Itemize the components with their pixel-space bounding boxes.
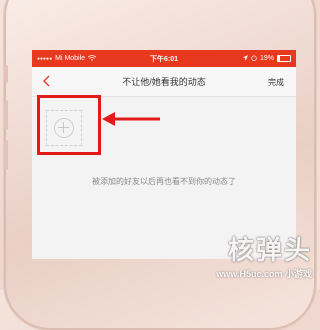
carrier-name: Mi Mobile [55, 55, 86, 62]
app-screen: ●●●●● Mi Mobile 下午6:01 19% 不让他/她看我的动态 完成… [32, 50, 296, 259]
chevron-left-icon[interactable] [42, 74, 50, 90]
page-title: 不让他/她看我的动态 [122, 77, 206, 87]
phone-frame: ●●●●● Mi Mobile 下午6:01 19% 不让他/她看我的动态 完成… [4, 0, 316, 330]
status-bar: ●●●●● Mi Mobile 下午6:01 19% [32, 50, 296, 67]
battery-percent: 19% [260, 55, 275, 62]
volume-down-button [4, 140, 8, 170]
volume-up-button [4, 100, 8, 130]
annotation-highlight-box [37, 95, 101, 155]
watermark-logo: 核弹头 www.H5uc.com 小游戏 [216, 230, 312, 280]
location-icon [243, 54, 248, 63]
navigation-bar: 不让他/她看我的动态 完成 [32, 67, 296, 97]
mute-switch [4, 65, 8, 83]
watermark-main: 核弹头 [227, 235, 312, 265]
hint-text: 被添加的好友以后再也看不到你的动态了 [92, 177, 236, 186]
alarm-icon [251, 55, 257, 63]
annotation-arrow-icon [102, 112, 160, 126]
wifi-icon [87, 54, 97, 63]
done-button[interactable]: 完成 [268, 77, 284, 88]
status-time: 下午6:01 [150, 55, 179, 63]
battery-icon [277, 55, 292, 62]
watermark-url: www.H5uc.com [216, 269, 283, 279]
signal-icon: ●●●●● [37, 55, 53, 62]
watermark-secondary: 小游戏 [284, 269, 312, 279]
